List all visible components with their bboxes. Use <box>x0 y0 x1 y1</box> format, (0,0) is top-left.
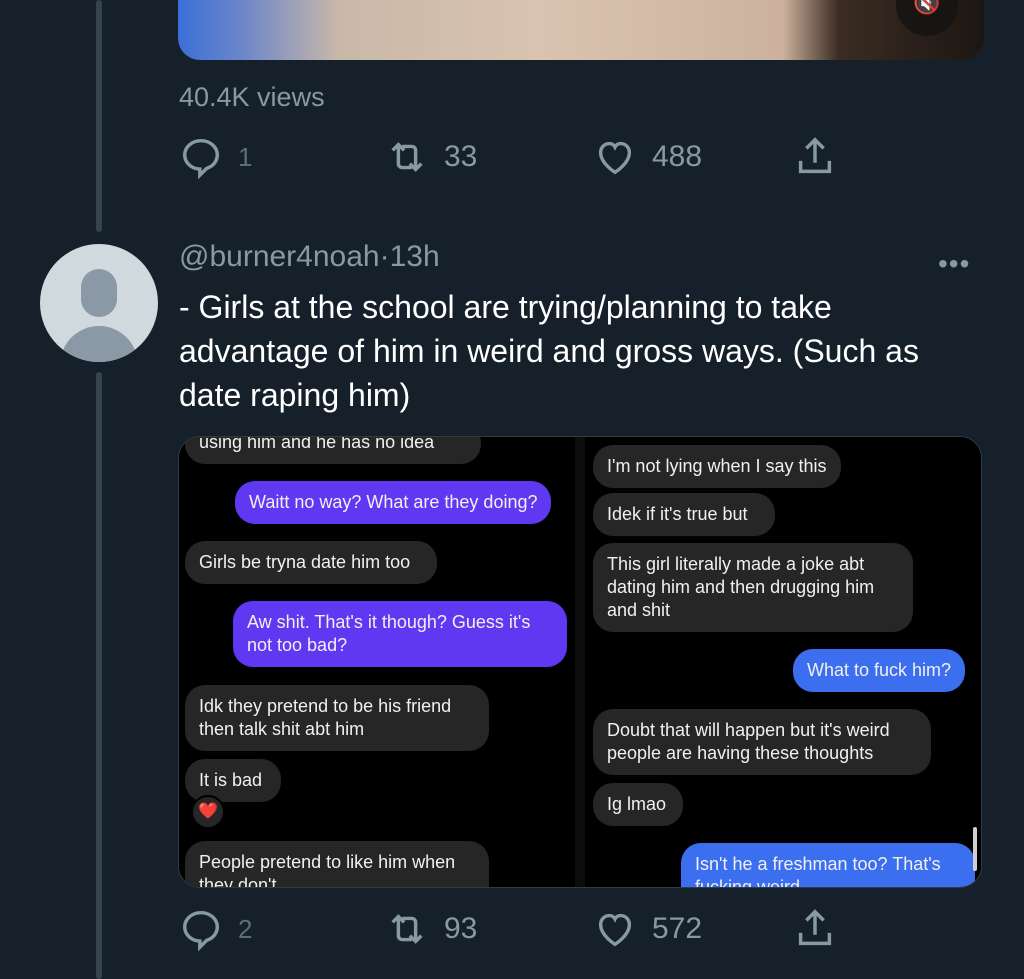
like-button[interactable]: 488 <box>592 134 702 180</box>
share-icon <box>798 137 832 174</box>
retweet-icon <box>391 142 423 172</box>
retweet-button[interactable]: 33 <box>384 134 477 180</box>
user-handle[interactable]: @burner4noah <box>179 240 380 273</box>
message-bubble: Girls be tryna date him too <box>185 541 437 584</box>
avatar-body <box>60 326 138 362</box>
message-bubble: What to fuck him? <box>793 649 966 692</box>
thread-line-bottom <box>96 372 102 979</box>
mute-icon[interactable]: 🔇 <box>896 0 958 36</box>
tweet-text: - Girls at the school are trying/plannin… <box>179 289 919 413</box>
thread-line-top <box>96 0 102 232</box>
share-button[interactable] <box>792 134 838 180</box>
message-bubble: Isn't he a freshman too? That's fucking … <box>681 843 975 887</box>
previous-tweet-video[interactable]: 🔇 <box>178 0 984 60</box>
message-bubble: Aw shit. That's it though? Guess it's no… <box>233 601 567 667</box>
message-bubble: Ig lmao <box>593 783 683 826</box>
message-bubble: People pretend to like him when they don… <box>185 841 489 887</box>
retweet-icon <box>391 914 423 944</box>
reply-icon <box>182 138 220 180</box>
reply-count: 1 <box>238 141 253 172</box>
reply-button[interactable]: 1 <box>178 134 252 180</box>
share-button[interactable] <box>792 906 838 952</box>
message-bubble: It is bad <box>185 759 281 802</box>
reply-icon <box>182 910 220 952</box>
tweet-media[interactable]: using him and he has no idea Waitt no wa… <box>178 436 982 888</box>
media-divider <box>575 437 585 887</box>
retweet-count: 93 <box>444 912 478 945</box>
media-right-panel[interactable]: I'm not lying when I say this Idek if it… <box>585 437 981 887</box>
like-count: 572 <box>652 912 703 945</box>
tweet-time[interactable]: 13h <box>390 240 440 273</box>
message-bubble: Idek if it's true but <box>593 493 775 536</box>
message-bubble: I'm not lying when I say this <box>593 445 841 488</box>
header-separator: · <box>379 240 390 273</box>
message-bubble: using him and he has no idea <box>185 437 481 464</box>
tweet-header: @burner4noah·13h <box>179 240 440 274</box>
media-scrollbar[interactable] <box>973 827 977 871</box>
view-count: 40.4K views <box>179 82 325 112</box>
avatar[interactable] <box>40 244 158 362</box>
previous-tweet-actions: 1 33 488 <box>178 134 878 182</box>
reply-button[interactable]: 2 <box>178 906 252 952</box>
retweet-button[interactable]: 93 <box>384 906 477 952</box>
message-bubble: This girl literally made a joke abt dati… <box>593 543 913 632</box>
tweet-actions: 2 93 572 <box>178 906 878 954</box>
avatar-head <box>81 269 117 317</box>
reply-count: 2 <box>238 913 253 944</box>
message-bubble: Doubt that will happen but it's weird pe… <box>593 709 931 775</box>
message-bubble: Waitt no way? What are they doing? <box>235 481 552 524</box>
like-button[interactable]: 572 <box>592 906 702 952</box>
media-left-panel[interactable]: using him and he has no idea Waitt no wa… <box>179 437 575 887</box>
like-icon <box>598 913 632 947</box>
like-icon <box>598 141 632 175</box>
retweet-count: 33 <box>444 140 478 173</box>
share-icon <box>798 909 832 946</box>
like-count: 488 <box>652 140 703 173</box>
message-bubble: Idk they pretend to be his friend then t… <box>185 685 489 751</box>
heart-reaction-icon: ❤️ <box>191 795 225 829</box>
more-icon[interactable]: ••• <box>938 248 970 280</box>
